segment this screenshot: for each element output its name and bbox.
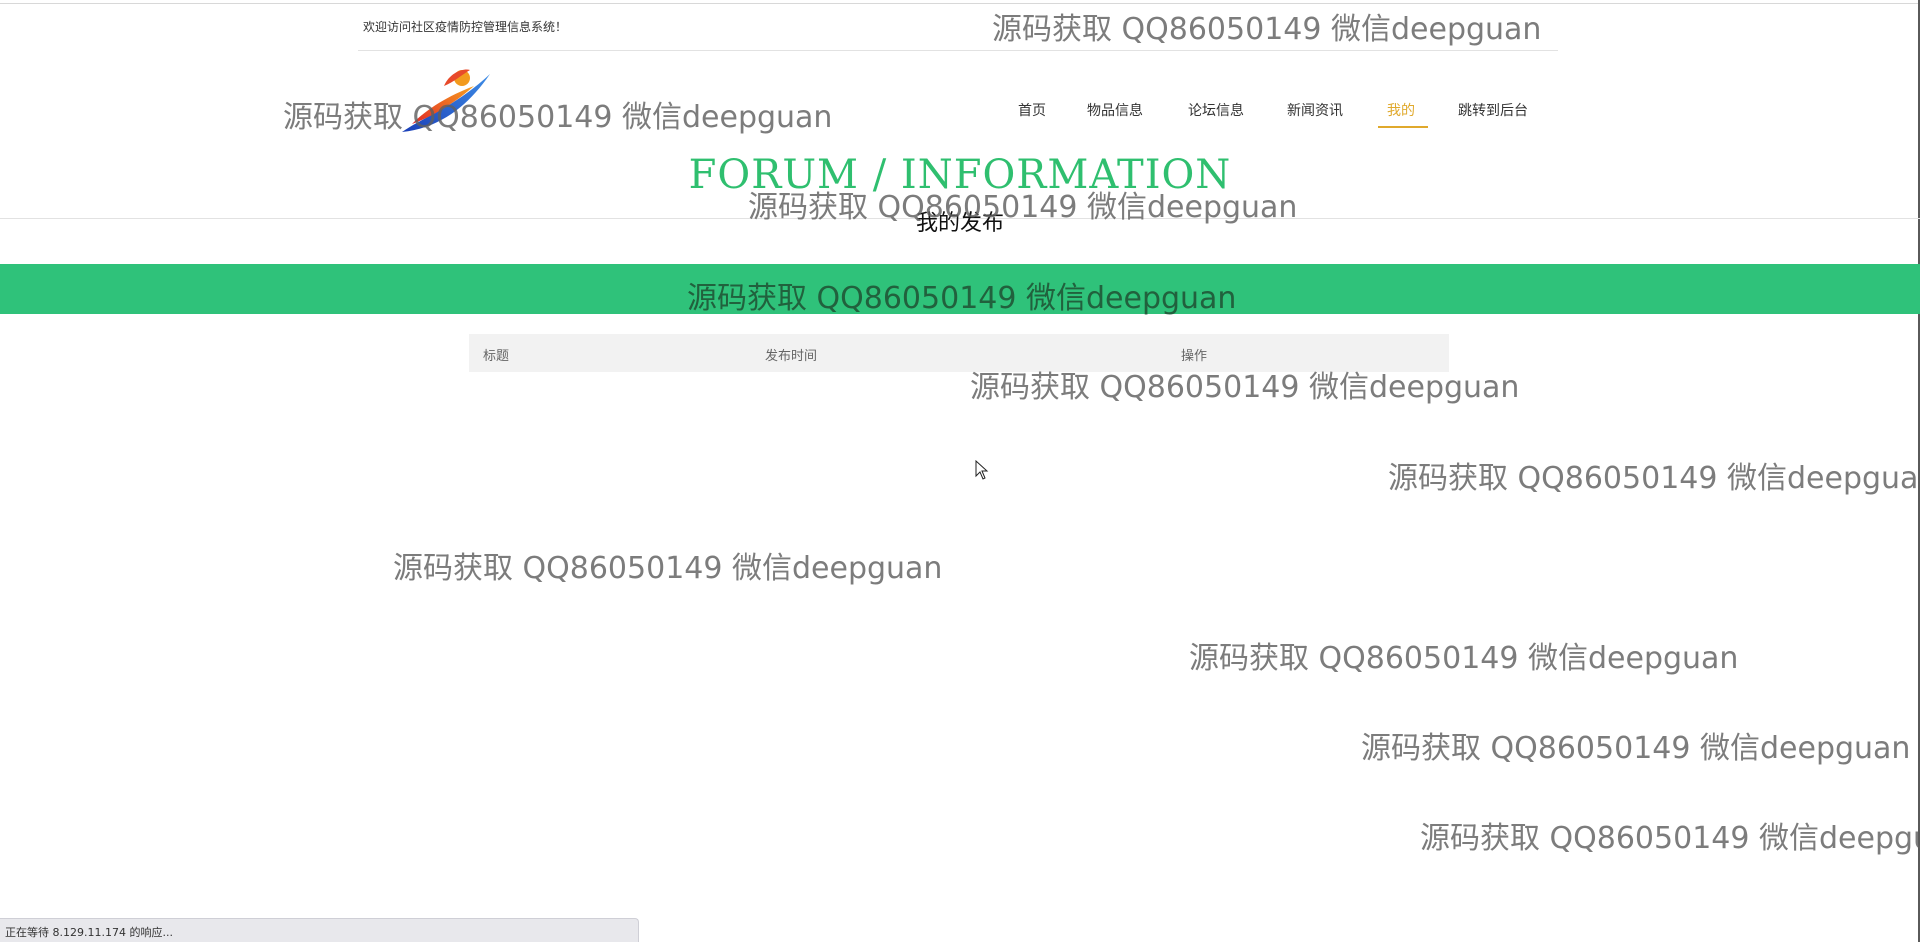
watermark-text: 源码获取 QQ86050149 微信deepguan: [1361, 731, 1911, 766]
table-header: 标题 发布时间 操作: [469, 334, 1449, 372]
watermark-text: 源码获取 QQ86050149 微信deepguan: [393, 551, 943, 586]
status-text: 正在等待 8.129.11.174 的响应...: [5, 926, 173, 939]
watermark-text: 源码获取 QQ86050149 微信deepguan: [1420, 821, 1920, 856]
browser-status-bar: 正在等待 8.129.11.174 的响应...: [0, 918, 639, 942]
watermark-text: 源码获取 QQ86050149 微信deepguan: [992, 12, 1542, 47]
nav-items-info[interactable]: 物品信息: [1087, 100, 1143, 120]
nav-admin[interactable]: 跳转到后台: [1458, 100, 1528, 120]
watermark-text: 源码获取 QQ86050149 微信deepguan: [1388, 461, 1920, 496]
nav-home[interactable]: 首页: [1018, 100, 1046, 120]
nav-news[interactable]: 新闻资讯: [1287, 100, 1343, 120]
nav-mine[interactable]: 我的: [1387, 100, 1415, 120]
mouse-cursor-icon: [975, 459, 989, 480]
column-actions: 操作: [1181, 349, 1208, 364]
column-title: 标题: [483, 349, 510, 364]
banner-title: FORUM / INFORMATION: [688, 152, 1232, 198]
section-subtitle: 我的发布: [915, 211, 1004, 236]
green-banner-band: [0, 264, 1920, 314]
watermark-text: 源码获取 QQ86050149 微信deepguan: [283, 100, 833, 135]
welcome-divider: [358, 50, 1558, 51]
logo-icon[interactable]: [398, 66, 494, 138]
nav-forum-info[interactable]: 论坛信息: [1188, 100, 1244, 120]
welcome-text: 欢迎访问社区疫情防控管理信息系统！: [363, 20, 568, 34]
nav-active-indicator: [1378, 126, 1428, 128]
top-border: [0, 3, 1920, 4]
watermark-text: 源码获取 QQ86050149 微信deepguan: [1189, 641, 1739, 676]
column-publish-time: 发布时间: [765, 349, 818, 364]
